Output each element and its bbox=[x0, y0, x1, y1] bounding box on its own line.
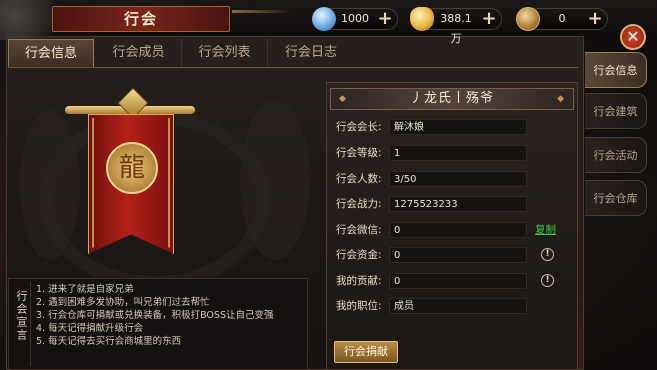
funds-info-icon[interactable]: ! bbox=[541, 248, 554, 261]
power-label: 行会战力: bbox=[336, 198, 382, 210]
side-tab-guild-info[interactable]: 行会信息 bbox=[585, 52, 647, 88]
member-count-value: 3/50 bbox=[389, 171, 527, 187]
declaration-line: 2. 遇到困难多发协助，叫兄弟们过去帮忙 bbox=[36, 297, 210, 308]
tab-guild-list[interactable]: 行会列表 bbox=[182, 39, 268, 67]
declaration-line: 1. 进来了就是自家兄弟 bbox=[36, 284, 134, 295]
contribution-info-icon[interactable]: ! bbox=[541, 274, 554, 287]
donate-button[interactable]: 行会捐献 bbox=[334, 341, 398, 363]
contribution-value: 0 bbox=[389, 273, 527, 289]
copy-button[interactable]: 复制 bbox=[535, 222, 556, 238]
position-value: 成员 bbox=[389, 298, 527, 314]
dragon-emblem-icon: 龍 bbox=[106, 142, 158, 194]
funds-value: 0 bbox=[389, 247, 527, 263]
contribution-label: 我的贡献: bbox=[336, 275, 382, 287]
tab-guild-info[interactable]: 行会信息 bbox=[8, 39, 94, 67]
guild-name: 丿龙氏丨殇爷 bbox=[330, 88, 574, 110]
declaration-divider bbox=[30, 282, 31, 366]
position-label: 我的职位: bbox=[336, 300, 382, 312]
title-ornament bbox=[232, 10, 292, 13]
close-button[interactable]: ✕ bbox=[620, 24, 646, 50]
wechat-value: 0 bbox=[389, 222, 527, 238]
declaration-line: 5. 每天记得去买行会商城里的东西 bbox=[36, 336, 182, 347]
leader-value: 解沐娘 bbox=[389, 119, 527, 135]
funds-label: 行会资金: bbox=[336, 249, 382, 261]
gold-ingot-icon bbox=[410, 7, 434, 31]
diamond-value: 1000 bbox=[341, 12, 369, 25]
window-title: 行会 bbox=[123, 10, 158, 28]
title-plate: 行会 bbox=[52, 6, 230, 32]
coin-value: 0 bbox=[558, 12, 566, 25]
tab-guild-log[interactable]: 行会日志 bbox=[268, 39, 354, 67]
diamond-icon bbox=[312, 7, 336, 31]
declaration-label: 行会宣言 bbox=[15, 290, 28, 342]
coin-icon bbox=[516, 7, 540, 31]
declaration-line: 4. 每天记得捐献升级行会 bbox=[36, 323, 144, 334]
level-value: 1 bbox=[389, 145, 527, 161]
side-tab-guild-storage[interactable]: 行会仓库 bbox=[585, 180, 647, 216]
currency-coin: 0 + bbox=[516, 7, 608, 31]
close-icon: ✕ bbox=[626, 27, 640, 46]
side-tab-guild-activity[interactable]: 行会活动 bbox=[585, 137, 647, 173]
side-tab-guild-building[interactable]: 行会建筑 bbox=[585, 93, 647, 129]
member-count-label: 行会人数: bbox=[336, 173, 382, 185]
declaration-line: 3. 行会仓库可捐献或兑换装备，积极打BOSS让自己变强 bbox=[36, 310, 274, 321]
level-label: 行会等级: bbox=[336, 147, 382, 159]
power-value: 1275523233 bbox=[389, 196, 527, 212]
add-coin-button[interactable]: + bbox=[586, 10, 604, 28]
tab-guild-members[interactable]: 行会成员 bbox=[96, 39, 182, 67]
gold-value: 388.1万 bbox=[440, 12, 472, 45]
tab-divider bbox=[8, 67, 578, 68]
wechat-label: 行会微信: bbox=[336, 224, 382, 236]
currency-gold: 388.1万 + bbox=[410, 7, 502, 45]
leader-label: 行会会长: bbox=[336, 121, 382, 133]
add-gold-button[interactable]: + bbox=[480, 10, 498, 28]
declaration-text: 1. 进来了就是自家兄弟 2. 遇到困难多发协助，叫兄弟们过去帮忙 3. 行会仓… bbox=[36, 283, 304, 348]
add-diamond-button[interactable]: + bbox=[376, 10, 394, 28]
currency-diamond: 1000 + bbox=[312, 7, 398, 31]
